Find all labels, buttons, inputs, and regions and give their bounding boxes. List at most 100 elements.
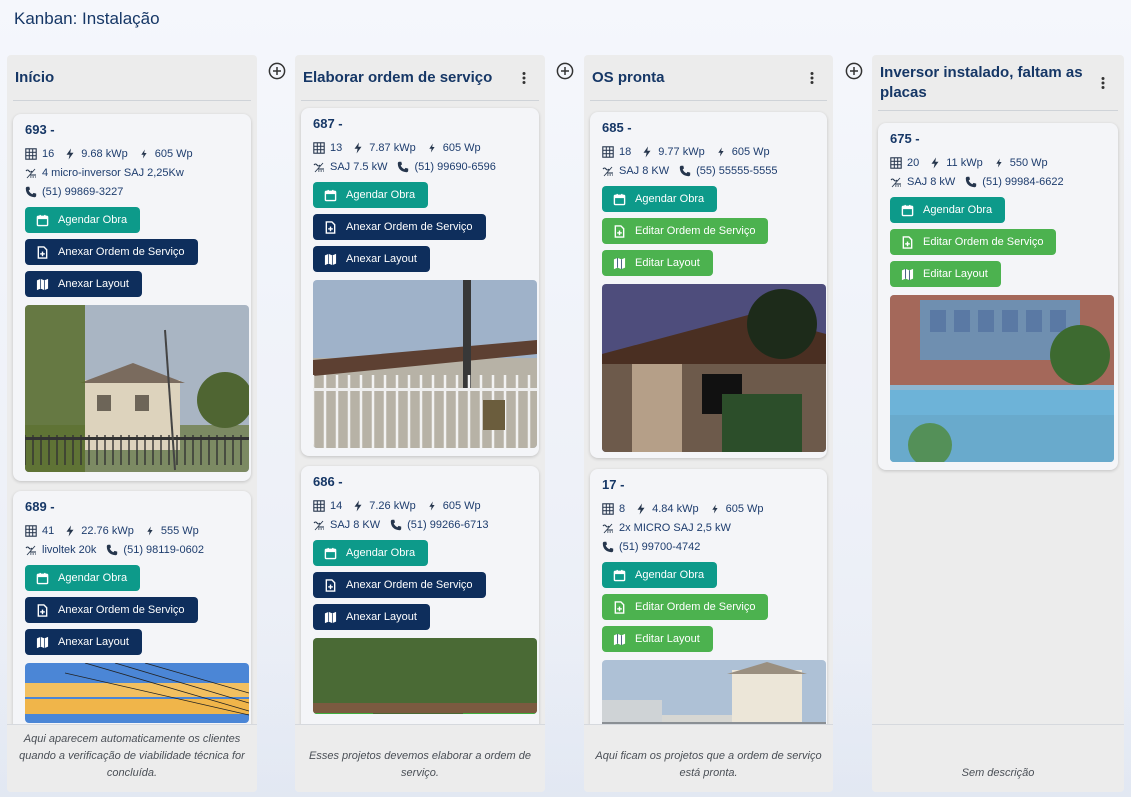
calendar-icon — [36, 572, 58, 585]
column-card-list[interactable]: 685 - 18 9.77 kWp 605 Wp SAJ 8 KW (55) 55555-… — [584, 55, 833, 724]
project-card[interactable]: 685 - 18 9.77 kWp 605 Wp SAJ 8 KW (55) 55555-… — [590, 112, 827, 458]
module-count: 8 — [602, 503, 625, 515]
power-icon — [352, 142, 369, 154]
project-card[interactable]: 686 - 14 7.26 kWp 605 Wp SAJ 8 KW (51) 99266-… — [301, 466, 539, 724]
file-plus-icon — [613, 224, 635, 238]
inverter-info: SAJ 8 kW — [890, 176, 955, 188]
card-inverter-row: 2x MICRO SAJ 2,5 kW — [602, 518, 821, 537]
schedule-work-button[interactable]: Agendar Obra — [890, 197, 1006, 223]
button-label: Editar Ordem de Serviço — [923, 236, 1044, 248]
power-icon — [635, 503, 652, 515]
power-icon — [64, 148, 81, 160]
panel-power: 555 Wp — [144, 525, 199, 537]
inverter-value: SAJ 8 KW — [330, 518, 381, 531]
card-action-row: Anexar Layout — [25, 623, 245, 655]
schedule-work-button[interactable]: Agendar Obra — [602, 562, 718, 588]
module-count-value: 8 — [619, 502, 626, 515]
inverter-info: SAJ 8 KW — [313, 519, 380, 531]
schedule-work-button[interactable]: Agendar Obra — [25, 207, 141, 233]
project-card[interactable]: 17 - 8 4.84 kWp 605 Wp 2x MICRO SAJ 2,5 kW (5… — [590, 469, 827, 724]
attach-layout-button[interactable]: Anexar Layout — [25, 629, 142, 655]
column-card-list[interactable]: 675 - 20 11 kWp 550 Wp SAJ 8 kW (51) 99984-66… — [872, 55, 1124, 724]
column-description: Esses projetos devemos elaborar a ordem … — [295, 724, 545, 792]
modules-icon — [890, 156, 907, 169]
button-label: Agendar Obra — [346, 547, 416, 559]
modules-icon — [25, 524, 42, 537]
attach-service-order-button[interactable]: Anexar Ordem de Serviço — [313, 572, 486, 598]
card-action-row: Anexar Layout — [25, 265, 245, 297]
attach-service-order-button[interactable]: Anexar Ordem de Serviço — [313, 214, 486, 240]
power-icon — [929, 157, 946, 169]
button-label: Editar Layout — [635, 633, 700, 645]
modules-icon — [25, 147, 42, 160]
panel-power: 605 Wp — [426, 142, 481, 154]
column-description-text: Sem descrição — [961, 767, 1035, 779]
project-card[interactable]: 675 - 20 11 kWp 550 Wp SAJ 8 kW (51) 99984-66… — [878, 123, 1118, 470]
phone-info: (51) 99700-4742 — [602, 541, 700, 553]
column-card-list[interactable]: 693 - 16 9.68 kWp 605 Wp 4 micro-inversor SA… — [7, 55, 257, 724]
edit-layout-button[interactable]: Editar Layout — [602, 250, 713, 276]
inverter-info: 2x MICRO SAJ 2,5 kW — [602, 522, 731, 534]
phone-info: (55) 55555-5555 — [679, 165, 777, 177]
add-column-icon[interactable] — [845, 62, 863, 80]
column-description: Sem descrição — [872, 724, 1124, 792]
panel-power-icon — [715, 146, 732, 158]
inverter-value: SAJ 8 KW — [619, 164, 670, 177]
project-photo — [890, 295, 1114, 462]
attach-service-order-button[interactable]: Anexar Ordem de Serviço — [25, 239, 198, 265]
schedule-work-button[interactable]: Agendar Obra — [313, 182, 429, 208]
card-action-row: Anexar Layout — [313, 598, 533, 630]
phone-info: (51) 98119-0602 — [106, 544, 204, 556]
system-power: 7.26 kWp — [352, 499, 416, 512]
card-action-row: Editar Layout — [602, 244, 821, 276]
system-power-value: 22.76 kWp — [81, 524, 134, 537]
attach-service-order-button[interactable]: Anexar Ordem de Serviço — [25, 597, 198, 623]
add-column-icon[interactable] — [556, 62, 574, 80]
add-column-icon[interactable] — [268, 62, 286, 80]
column-description-text: Aqui aparecem automaticamente os cliente… — [19, 733, 245, 779]
phone-value: (55) 55555-5555 — [696, 164, 778, 177]
card-action-row: Anexar Layout — [313, 240, 533, 272]
project-card[interactable]: 693 - 16 9.68 kWp 605 Wp 4 micro-inversor SA… — [13, 114, 251, 481]
calendar-icon — [36, 214, 58, 227]
panel-power-value: 605 Wp — [731, 145, 770, 158]
button-label: Anexar Layout — [346, 253, 417, 265]
card-action-row: Anexar Ordem de Serviço — [25, 233, 245, 265]
power-icon — [64, 525, 81, 537]
inverter-icon — [890, 176, 907, 188]
button-label: Anexar Ordem de Serviço — [58, 246, 185, 258]
attach-layout-button[interactable]: Anexar Layout — [313, 604, 430, 630]
project-card[interactable]: 687 - 13 7.87 kWp 605 Wp SAJ 7.5 kW (51) 9969… — [301, 108, 539, 456]
inverter-info: SAJ 7.5 kW — [313, 161, 387, 173]
phone-value: (51) 99690-6596 — [414, 160, 496, 173]
module-count: 18 — [602, 146, 631, 158]
card-project-id: 675 - — [890, 131, 920, 146]
attach-layout-button[interactable]: Anexar Layout — [25, 271, 142, 297]
column-card-list[interactable]: 687 - 13 7.87 kWp 605 Wp SAJ 7.5 kW (51) 9969… — [295, 55, 545, 724]
edit-layout-button[interactable]: Editar Layout — [890, 261, 1001, 287]
edit-service-order-button[interactable]: Editar Ordem de Serviço — [890, 229, 1057, 255]
card-contact-row: SAJ 8 KW (51) 99266-6713 — [313, 515, 533, 534]
project-card[interactable]: 689 - 41 22.76 kWp 555 Wp livoltek 20k (51) 9… — [13, 491, 251, 724]
file-plus-icon — [324, 578, 346, 592]
card-action-row: Agendar Obra — [890, 191, 1112, 223]
schedule-work-button[interactable]: Agendar Obra — [313, 540, 429, 566]
edit-service-order-button[interactable]: Editar Ordem de Serviço — [602, 218, 769, 244]
system-power: 11 kWp — [929, 156, 983, 169]
edit-service-order-button[interactable]: Editar Ordem de Serviço — [602, 594, 769, 620]
attach-layout-button[interactable]: Anexar Layout — [313, 246, 430, 272]
inverter-value: livoltek 20k — [42, 543, 97, 556]
schedule-work-button[interactable]: Agendar Obra — [602, 186, 718, 212]
system-power-value: 7.26 kWp — [369, 499, 416, 512]
schedule-work-button[interactable]: Agendar Obra — [25, 565, 141, 591]
module-count-value: 41 — [42, 524, 55, 537]
project-photo — [602, 660, 826, 724]
inverter-icon — [313, 161, 330, 173]
panel-power: 605 Wp — [426, 500, 481, 512]
calendar-icon — [613, 193, 635, 206]
inverter-info: 4 micro-inversor SAJ 2,25Kw — [25, 167, 184, 179]
system-power-value: 11 kWp — [946, 156, 983, 169]
column-description-text: Aqui ficam os projetos que a ordem de se… — [595, 750, 822, 779]
project-photo — [25, 305, 249, 472]
edit-layout-button[interactable]: Editar Layout — [602, 626, 713, 652]
